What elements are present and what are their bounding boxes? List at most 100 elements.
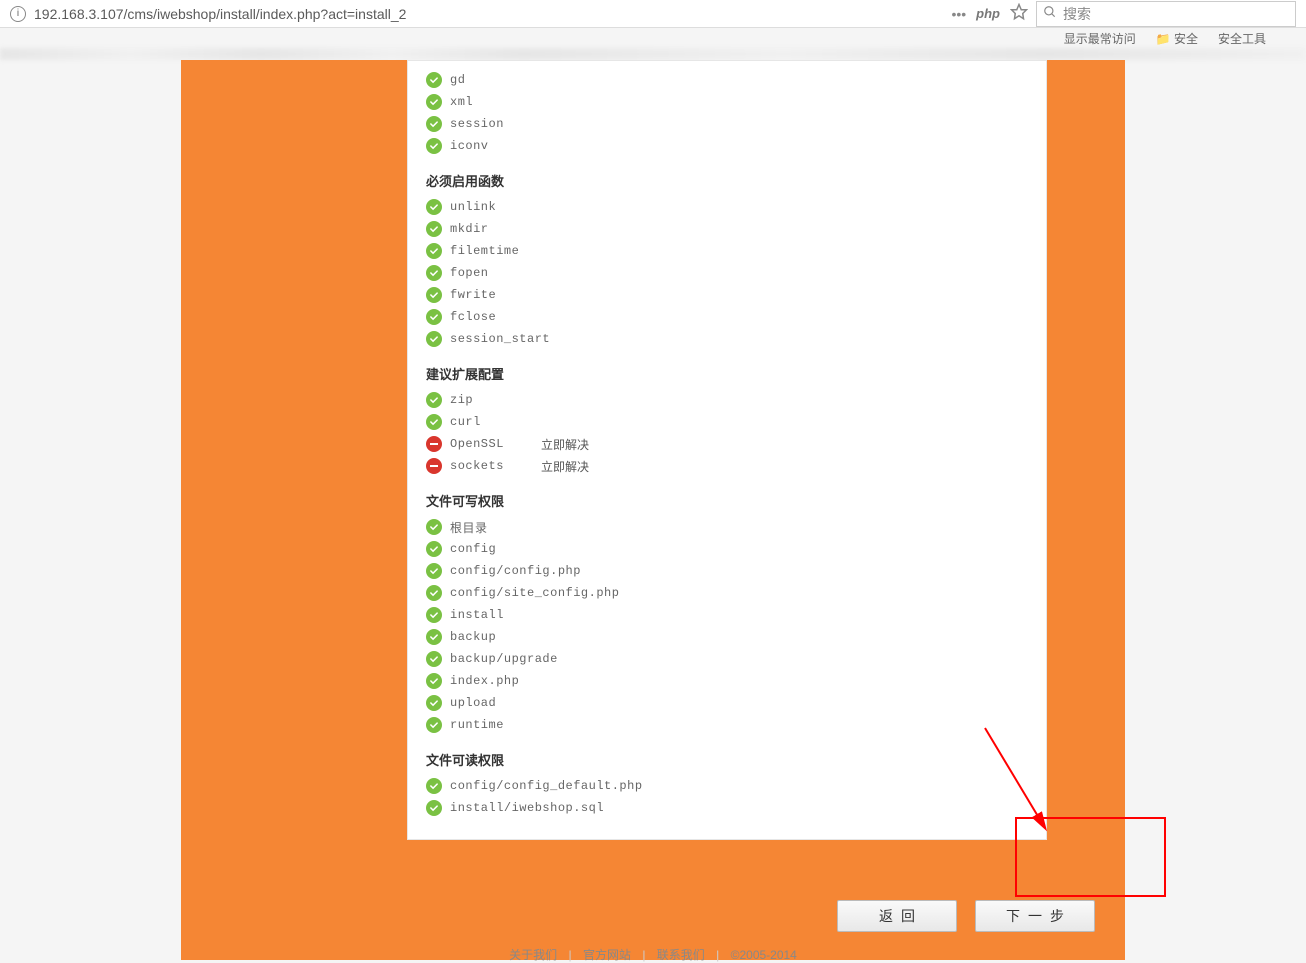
check-item: backup/upgrade — [426, 648, 1046, 670]
check-item: config — [426, 538, 1046, 560]
check-item: fclose — [426, 306, 1046, 328]
php-badge: php — [976, 6, 1000, 21]
check-item-name: backup/upgrade — [450, 652, 558, 666]
check-item: config/config_default.php — [426, 775, 1046, 797]
check-list: gd xml session iconv 必须启用函数 unlink mkdir filemt… — [426, 61, 1046, 839]
installer-sidebar — [181, 60, 407, 920]
check-ok-icon — [426, 541, 442, 557]
check-item-name: config — [450, 542, 535, 556]
check-ok-icon — [426, 138, 442, 154]
section-title: 文件可写权限 — [426, 477, 1046, 516]
check-item-name: fclose — [450, 310, 535, 324]
check-ok-icon — [426, 519, 442, 535]
resolve-link[interactable]: 立即解决 — [541, 436, 589, 453]
check-ok-icon — [426, 607, 442, 623]
section-title: 必须启用函数 — [426, 157, 1046, 196]
check-item: config/config.php — [426, 560, 1046, 582]
more-icon[interactable]: ••• — [951, 6, 966, 22]
check-ok-icon — [426, 673, 442, 689]
browser-address-bar: i 192.168.3.107/cms/iwebshop/install/ind… — [0, 0, 1306, 28]
check-item: session — [426, 113, 1046, 135]
check-item: unlink — [426, 196, 1046, 218]
check-item: upload — [426, 692, 1046, 714]
url-bar[interactable]: i 192.168.3.107/cms/iwebshop/install/ind… — [10, 6, 923, 22]
check-item-name: backup — [450, 630, 535, 644]
check-ok-icon — [426, 331, 442, 347]
bookmark-item[interactable]: 安全工具 — [1218, 30, 1266, 47]
check-item: session_start — [426, 328, 1046, 350]
check-item: zip — [426, 389, 1046, 411]
check-ok-icon — [426, 563, 442, 579]
bookmark-star-icon[interactable] — [1010, 3, 1028, 24]
check-item: sockets 立即解决 — [426, 455, 1046, 477]
check-error-icon — [426, 458, 442, 474]
check-item-name: curl — [450, 415, 535, 429]
footer: 关于我们 | 官方网站 | 联系我们 | ©2005-2014 — [181, 928, 1125, 963]
page-wrapper: gd xml session iconv 必须启用函数 unlink mkdir filemt… — [181, 60, 1125, 960]
bookmark-item[interactable]: 📁 安全 — [1156, 30, 1198, 47]
footer-contact[interactable]: 联系我们 — [657, 948, 705, 962]
check-item-name: session_start — [450, 332, 550, 346]
check-ok-icon — [426, 651, 442, 667]
check-item-name: install/iwebshop.sql — [450, 801, 604, 815]
check-ok-icon — [426, 116, 442, 132]
check-item-name: sockets — [450, 459, 535, 473]
check-ok-icon — [426, 585, 442, 601]
check-item-name: install — [450, 608, 535, 622]
check-item-name: unlink — [450, 200, 535, 214]
footer-copy: ©2005-2014 — [731, 948, 797, 962]
check-item-name: zip — [450, 393, 535, 407]
footer-about[interactable]: 关于我们 — [509, 948, 557, 962]
check-error-icon — [426, 436, 442, 452]
check-item-name: fwrite — [450, 288, 535, 302]
search-placeholder: 搜索 — [1063, 4, 1091, 24]
check-ok-icon — [426, 221, 442, 237]
check-ok-icon — [426, 392, 442, 408]
check-item-name: config/config.php — [450, 564, 581, 578]
check-ok-icon — [426, 778, 442, 794]
check-item-name: xml — [450, 95, 535, 109]
check-item-name: mkdir — [450, 222, 535, 236]
check-item: fopen — [426, 262, 1046, 284]
check-item-name: gd — [450, 73, 535, 87]
section-title: 建议扩展配置 — [426, 350, 1046, 389]
check-item: gd — [426, 69, 1046, 91]
check-item-name: runtime — [450, 718, 535, 732]
check-item: 根目录 — [426, 516, 1046, 538]
check-item: iconv — [426, 135, 1046, 157]
check-ok-icon — [426, 265, 442, 281]
check-item: fwrite — [426, 284, 1046, 306]
check-ok-icon — [426, 287, 442, 303]
check-item: install — [426, 604, 1046, 626]
search-icon — [1043, 5, 1057, 22]
check-item-name: session — [450, 117, 535, 131]
check-item: filemtime — [426, 240, 1046, 262]
check-item-name: config/config_default.php — [450, 779, 643, 793]
check-item: curl — [426, 411, 1046, 433]
check-item-name: upload — [450, 696, 535, 710]
url-right-icons: ••• php — [951, 3, 1028, 24]
section-title: 文件可读权限 — [426, 736, 1046, 775]
check-item-name: iconv — [450, 139, 535, 153]
check-item-name: 根目录 — [450, 519, 535, 536]
footer-site[interactable]: 官方网站 — [583, 948, 631, 962]
environment-check-panel: gd xml session iconv 必须启用函数 unlink mkdir filemt… — [407, 60, 1047, 840]
search-box[interactable]: 搜索 — [1036, 1, 1296, 27]
check-item-name: filemtime — [450, 244, 535, 258]
bookmark-item[interactable]: 显示最常访问 — [1064, 30, 1136, 47]
check-ok-icon — [426, 243, 442, 259]
check-item: backup — [426, 626, 1046, 648]
check-item: mkdir — [426, 218, 1046, 240]
check-item: install/iwebshop.sql — [426, 797, 1046, 819]
check-ok-icon — [426, 717, 442, 733]
resolve-link[interactable]: 立即解决 — [541, 458, 589, 475]
check-ok-icon — [426, 800, 442, 816]
check-item-name: fopen — [450, 266, 535, 280]
url-text: 192.168.3.107/cms/iwebshop/install/index… — [34, 6, 406, 22]
check-item-name: config/site_config.php — [450, 586, 619, 600]
check-item: OpenSSL立即解决 — [426, 433, 1046, 455]
check-ok-icon — [426, 414, 442, 430]
check-item: runtime — [426, 714, 1046, 736]
check-item: index.php — [426, 670, 1046, 692]
info-icon[interactable]: i — [10, 6, 26, 22]
